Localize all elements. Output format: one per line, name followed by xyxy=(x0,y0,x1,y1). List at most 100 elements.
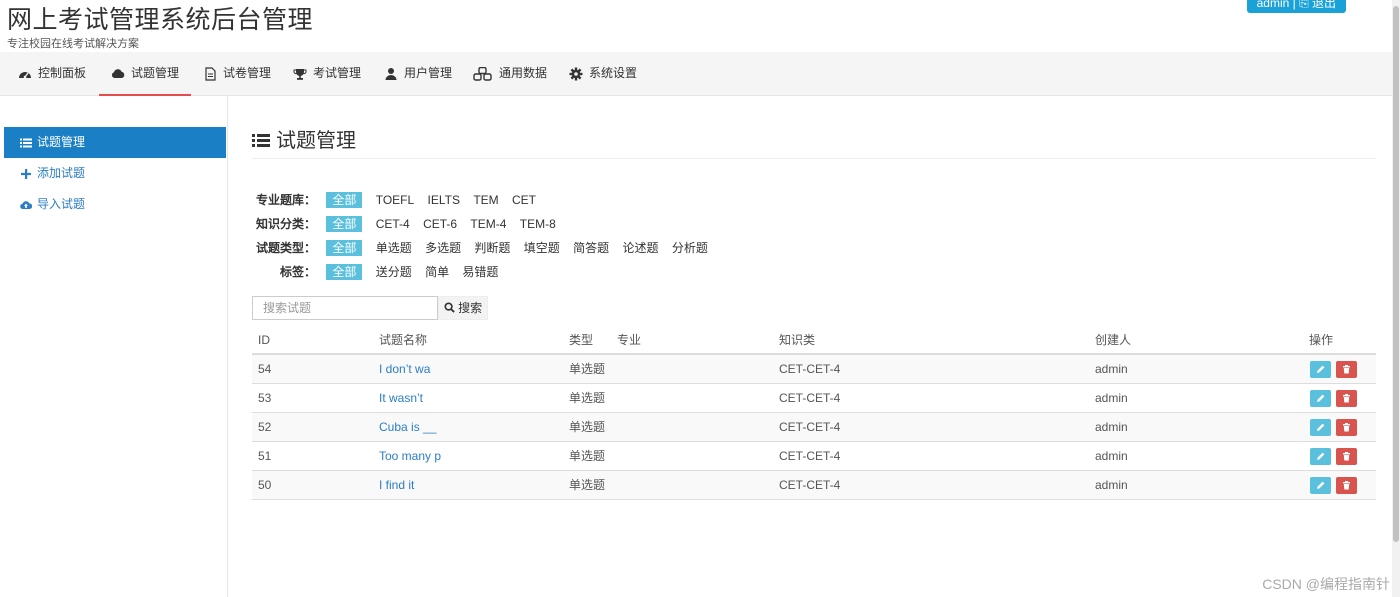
cell-question-name-link[interactable]: Too many p xyxy=(379,442,441,470)
cell-creator: admin xyxy=(1095,362,1128,376)
cell-creator: admin xyxy=(1095,478,1128,492)
nav-item-questions[interactable]: 试题管理 xyxy=(99,52,192,96)
app-title: 网上考试管理系统后台管理 xyxy=(7,5,314,34)
cell-question-name-link[interactable]: I don’t wa xyxy=(379,355,430,383)
table-row: 53 It wasn’t 单选题 CET-CET-4 admin xyxy=(252,384,1376,413)
column-header-actions: 操作 xyxy=(1309,333,1334,347)
top-navigation: 控制面板 试题管理 试卷管理 考试管理 用户管理 通用数据 系统设置 xyxy=(0,52,1392,96)
cell-id: 51 xyxy=(258,449,272,463)
filter-option-all[interactable]: 全部 xyxy=(326,216,363,232)
trash-icon xyxy=(1343,423,1350,432)
filter-option[interactable]: CET-4 xyxy=(371,215,415,233)
nav-item-common-data[interactable]: 通用数据 xyxy=(473,52,547,96)
cell-type: 单选题 xyxy=(569,362,606,376)
delete-button[interactable] xyxy=(1336,419,1357,436)
filter-row-tags: 标签： 全部 送分题 简单 易错题 xyxy=(252,263,503,281)
pencil-icon xyxy=(1317,452,1325,460)
cell-id: 53 xyxy=(258,391,272,405)
filter-option[interactable]: 判断题 xyxy=(469,239,515,257)
filter-option[interactable]: 论述题 xyxy=(618,239,664,257)
page-scrollbar[interactable] xyxy=(1392,0,1400,597)
column-header-major: 专业 xyxy=(617,333,642,347)
nav-label: 试题管理 xyxy=(131,66,180,80)
nav-label: 控制面板 xyxy=(38,66,87,80)
filter-option[interactable]: TEM xyxy=(468,191,503,209)
cell-question-name-link[interactable]: Cuba is __ xyxy=(379,413,436,441)
filter-option-all[interactable]: 全部 xyxy=(326,264,363,280)
app-header: 网上考试管理系统后台管理 专注校园在线考试解决方案 admin | ⎘ 退出 xyxy=(0,0,1392,52)
delete-button[interactable] xyxy=(1336,477,1357,494)
delete-button[interactable] xyxy=(1336,448,1357,465)
search-button[interactable]: 搜索 xyxy=(438,296,488,320)
cell-id: 50 xyxy=(258,478,272,492)
filter-option[interactable]: TEM-8 xyxy=(515,215,561,233)
edit-button[interactable] xyxy=(1310,477,1331,494)
filter-row-knowledge: 知识分类： 全部 CET-4 CET-6 TEM-4 TEM-8 xyxy=(252,215,561,233)
sidebar: 试题管理 添加试题 导入试题 xyxy=(0,96,228,597)
filter-row-type: 试题类型： 全部 单选题 多选题 判断题 填空题 简答题 论述题 分析题 xyxy=(252,239,713,257)
filter-option[interactable]: TEM-4 xyxy=(465,215,511,233)
cell-creator: admin xyxy=(1095,449,1128,463)
user-logout-label: admin | ⎘ 退出 xyxy=(1256,0,1336,10)
trash-icon xyxy=(1343,452,1350,461)
nav-item-users[interactable]: 用户管理 xyxy=(384,52,452,96)
user-logout-button[interactable]: admin | ⎘ 退出 xyxy=(1246,0,1346,13)
filter-option[interactable]: CET-6 xyxy=(418,215,462,233)
filter-option[interactable]: 易错题 xyxy=(457,263,503,281)
nav-item-papers[interactable]: 试卷管理 xyxy=(203,52,271,96)
edit-button[interactable] xyxy=(1310,448,1331,465)
filter-option-all[interactable]: 全部 xyxy=(326,192,363,208)
trash-icon xyxy=(1343,481,1350,490)
edit-button[interactable] xyxy=(1310,390,1331,407)
search-icon xyxy=(444,302,455,313)
edit-button[interactable] xyxy=(1310,361,1331,378)
filter-option[interactable]: 简单 xyxy=(420,263,454,281)
filter-option[interactable]: 送分题 xyxy=(371,263,417,281)
filter-option[interactable]: 分析题 xyxy=(667,239,713,257)
filter-row-major: 专业题库： 全部 TOEFL IELTS TEM CET xyxy=(252,191,541,209)
filter-label: 标签： xyxy=(279,265,316,279)
cloud-upload-icon xyxy=(20,201,32,209)
table-row: 50 I find it 单选题 CET-CET-4 admin xyxy=(252,471,1376,500)
search-input[interactable]: 搜索试题 xyxy=(252,296,438,320)
watermark: CSDN @编程指南针 xyxy=(1262,576,1390,592)
column-header-creator: 创建人 xyxy=(1095,333,1132,347)
dashboard-icon xyxy=(19,71,31,79)
table-row: 54 I don’t wa 单选题 CET-CET-4 admin xyxy=(252,355,1376,384)
filter-option[interactable]: 填空题 xyxy=(519,239,565,257)
title-divider xyxy=(252,158,1376,159)
filter-label: 试题类型： xyxy=(255,241,316,255)
nav-item-dashboard[interactable]: 控制面板 xyxy=(18,52,86,96)
cell-knowledge: CET-CET-4 xyxy=(779,420,841,434)
filter-option[interactable]: 多选题 xyxy=(420,239,466,257)
sidebar-item-questions[interactable]: 试题管理 xyxy=(4,127,226,158)
filter-option[interactable]: 单选题 xyxy=(371,239,417,257)
delete-button[interactable] xyxy=(1336,361,1357,378)
table-row: 51 Too many p 单选题 CET-CET-4 admin xyxy=(252,442,1376,471)
sidebar-item-import-questions[interactable]: 导入试题 xyxy=(4,189,226,220)
edit-button[interactable] xyxy=(1310,419,1331,436)
list-icon xyxy=(20,138,32,148)
delete-button[interactable] xyxy=(1336,390,1357,407)
filter-option[interactable]: TOEFL xyxy=(371,191,419,209)
sidebar-item-label: 导入试题 xyxy=(37,197,86,211)
filter-option[interactable]: 简答题 xyxy=(568,239,614,257)
nav-item-exams[interactable]: 考试管理 xyxy=(293,52,361,96)
search-button-label: 搜索 xyxy=(458,301,483,315)
filter-option-all[interactable]: 全部 xyxy=(326,240,363,256)
cell-creator: admin xyxy=(1095,391,1128,405)
page-title-text: 试题管理 xyxy=(276,128,356,152)
sidebar-item-label: 试题管理 xyxy=(37,135,86,149)
cell-question-name-link[interactable]: It wasn’t xyxy=(379,384,423,412)
cell-type: 单选题 xyxy=(569,449,606,463)
scrollbar-thumb[interactable] xyxy=(1393,6,1399,542)
sidebar-item-add-question[interactable]: 添加试题 xyxy=(4,158,226,189)
pencil-icon xyxy=(1317,423,1325,431)
filter-option[interactable]: IELTS xyxy=(423,191,465,209)
cell-knowledge: CET-CET-4 xyxy=(779,362,841,376)
filter-option[interactable]: CET xyxy=(507,191,541,209)
cell-question-name-link[interactable]: I find it xyxy=(379,471,414,499)
plus-icon xyxy=(21,168,31,179)
filter-label: 专业题库： xyxy=(255,193,316,207)
nav-item-settings[interactable]: 系统设置 xyxy=(569,52,637,96)
